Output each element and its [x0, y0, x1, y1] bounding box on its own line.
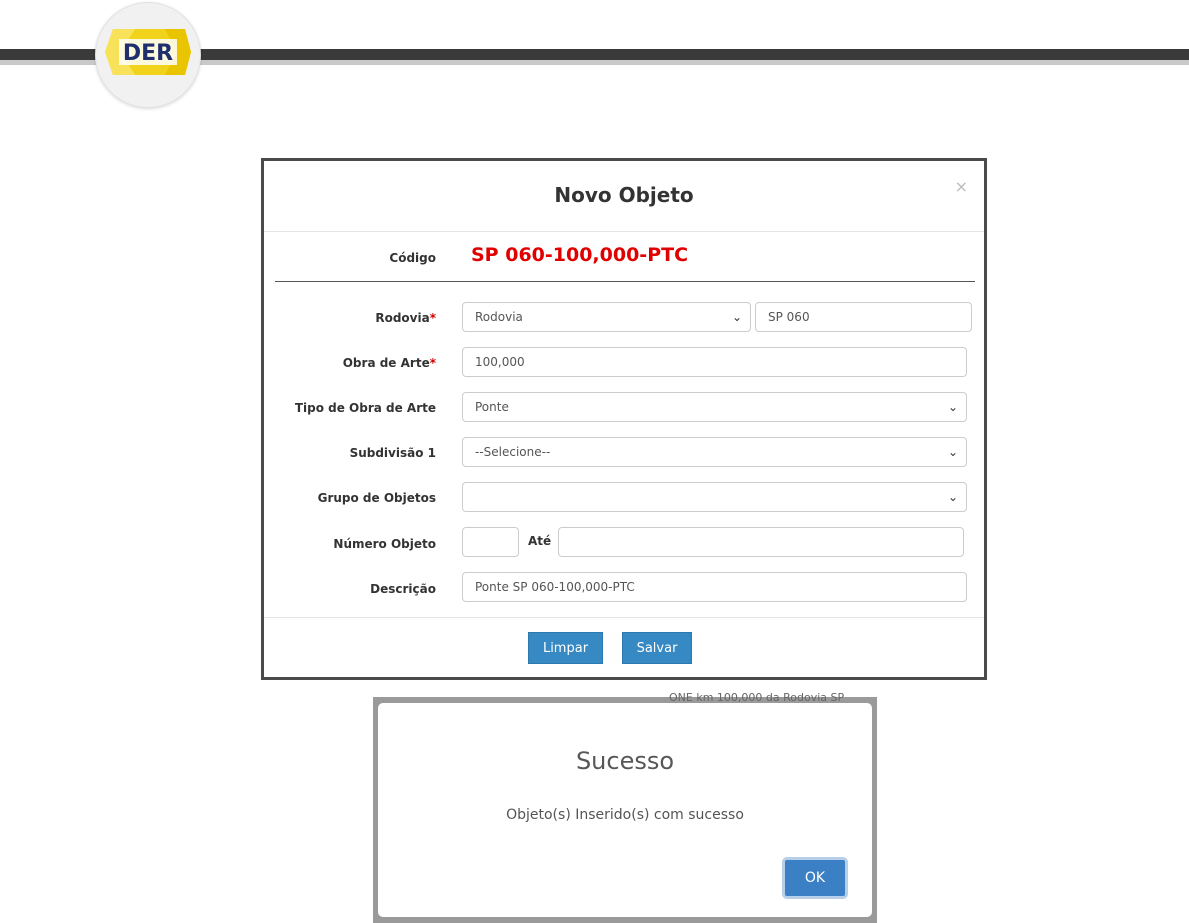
obra-label: Obra de Arte*	[342, 356, 436, 370]
der-logo-icon: DER	[105, 29, 191, 75]
obra-de-arte-input[interactable]: 100,000	[462, 347, 967, 377]
ok-button[interactable]: OK	[782, 857, 848, 899]
der-logo: DER	[95, 2, 201, 108]
subdivisao-select[interactable]: --Selecione-- ⌄	[462, 437, 967, 467]
ate-label: Até	[528, 534, 552, 548]
logo-text: DER	[123, 41, 173, 66]
chevron-down-icon: ⌄	[731, 310, 742, 324]
subdivisao-label: Subdivisão 1	[349, 446, 436, 460]
sucesso-dialog: Sucesso Objeto(s) Inserido(s) com sucess…	[378, 703, 872, 917]
grupo-label: Grupo de Objetos	[317, 491, 436, 505]
alert-message: Objeto(s) Inserido(s) com sucesso	[506, 807, 744, 823]
chevron-down-icon: ⌄	[947, 400, 958, 414]
tipo-obra-select[interactable]: Ponte ⌄	[462, 392, 967, 422]
grupo-objetos-select[interactable]: ⌄	[462, 482, 967, 512]
tipo-label: Tipo de Obra de Arte	[294, 401, 436, 415]
codigo-separator	[275, 281, 975, 282]
limpar-button[interactable]: Limpar	[528, 632, 603, 664]
rodovia-label: Rodovia*	[375, 311, 436, 325]
rodovia-select[interactable]: Rodovia ⌄	[462, 302, 751, 332]
descricao-input[interactable]: Ponte SP 060-100,000-PTC	[462, 572, 967, 602]
numero-from-input[interactable]	[462, 527, 519, 557]
codigo-label: Código	[389, 251, 436, 265]
footer-divider	[264, 617, 984, 618]
novo-objeto-modal: × Novo Objeto Código SP 060-100,000-PTC …	[261, 158, 987, 680]
chevron-down-icon: ⌄	[947, 490, 958, 504]
header-divider	[264, 231, 984, 232]
codigo-value: SP 060-100,000-PTC	[471, 244, 689, 266]
descricao-label: Descrição	[370, 582, 436, 596]
rodovia-value-field[interactable]: SP 060	[755, 302, 972, 332]
alert-title: Sucesso	[575, 747, 675, 775]
salvar-button[interactable]: Salvar	[622, 632, 692, 664]
numero-label: Número Objeto	[333, 537, 436, 551]
chevron-down-icon: ⌄	[947, 445, 958, 459]
modal-title: Novo Objeto	[554, 183, 694, 207]
numero-to-input[interactable]	[558, 527, 964, 557]
